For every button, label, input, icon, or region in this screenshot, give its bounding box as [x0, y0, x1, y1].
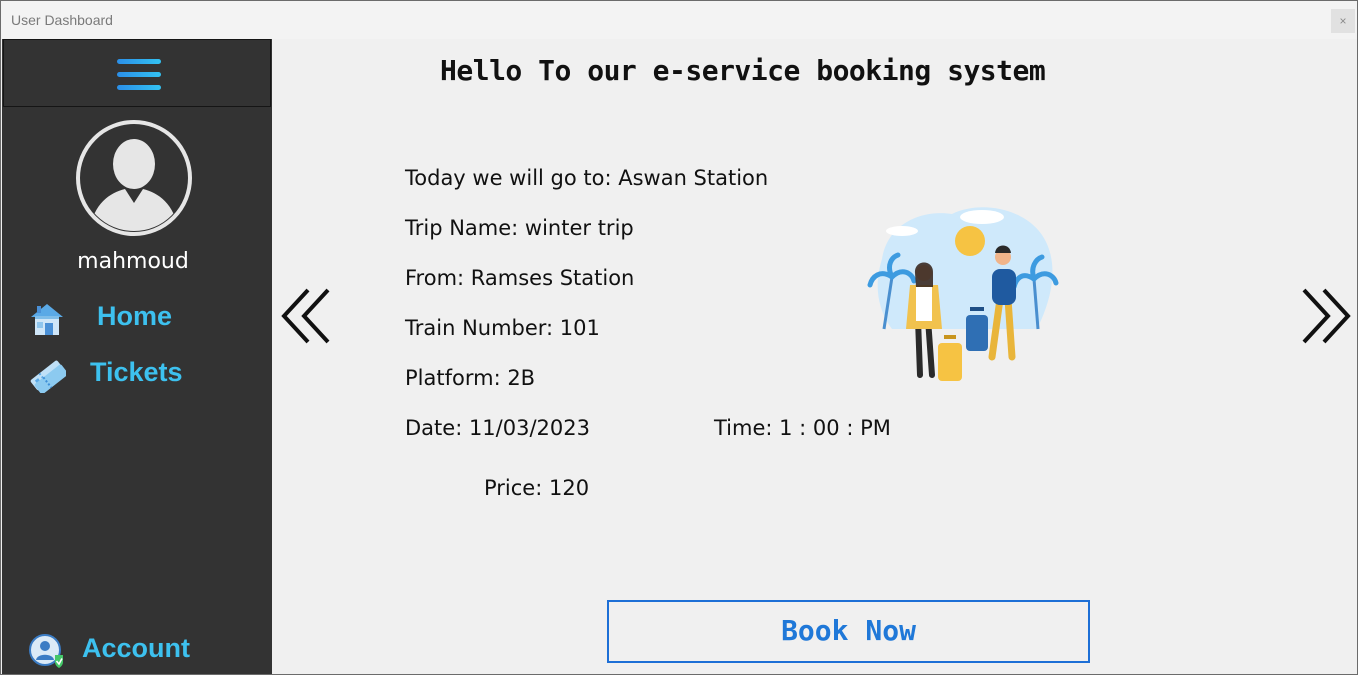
close-button[interactable]: × [1331, 9, 1355, 33]
sidebar-item-label: Tickets [90, 357, 183, 387]
title-bar: User Dashboard × [1, 1, 1357, 39]
main-content: Hello To our e-service booking system To… [272, 39, 1357, 674]
home-icon [31, 304, 63, 335]
tickets-icon [30, 360, 66, 393]
app-window: User Dashboard × mahmoud Home Tickets Ac… [0, 0, 1358, 675]
sidebar-item-account[interactable]: Account [2, 629, 272, 673]
sidebar-item-home[interactable]: Home [2, 297, 272, 341]
chevron-double-right-icon[interactable] [1298, 284, 1354, 348]
menu-toggle[interactable] [3, 39, 271, 107]
date-text: Date: 11/03/2023 [405, 416, 590, 440]
platform-text: Platform: 2B [405, 366, 536, 390]
trip-name-text: Trip Name: winter trip [405, 216, 634, 240]
chevron-double-left-icon[interactable] [278, 284, 334, 348]
price-text: Price: 120 [484, 476, 590, 500]
sidebar: mahmoud Home Tickets Account [2, 39, 272, 674]
book-now-button[interactable]: Book Now [607, 600, 1090, 663]
destination-text: Today we will go to: Aswan Station [405, 166, 769, 190]
username: mahmoud [77, 249, 189, 274]
travelers-illustration [867, 207, 1059, 381]
sidebar-item-label: Home [97, 301, 173, 331]
from-text: From: Ramses Station [405, 266, 635, 290]
hamburger-icon[interactable] [117, 59, 161, 91]
sidebar-item-tickets[interactable]: Tickets [2, 353, 272, 397]
window-title: User Dashboard [11, 12, 113, 28]
account-icon [29, 634, 63, 668]
train-number-text: Train Number: 101 [405, 316, 600, 340]
avatar [76, 120, 192, 236]
page-title: Hello To our e-service booking system [440, 54, 1046, 87]
sidebar-item-label: Account [82, 633, 190, 663]
time-text: Time: 1 : 00 : PM [714, 416, 891, 440]
